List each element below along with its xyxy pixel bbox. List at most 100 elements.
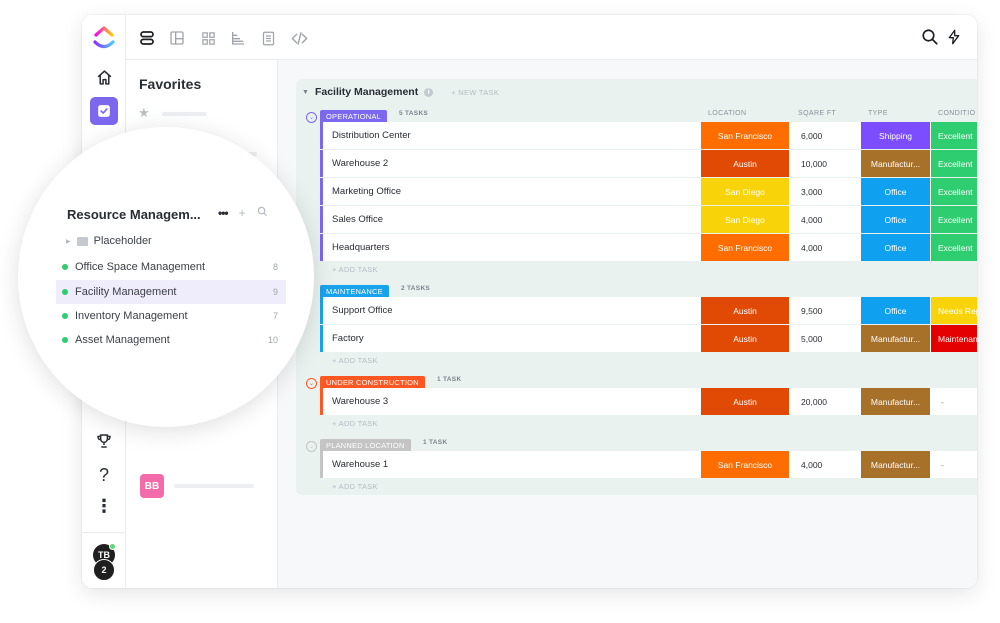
task-row[interactable]: Warehouse 3 Austin 20,000 Manufactur... - bbox=[320, 388, 977, 415]
status-tag[interactable]: OPERATIONAL bbox=[320, 110, 387, 122]
notification-badge[interactable]: 2 bbox=[93, 559, 115, 581]
trophy-icon[interactable] bbox=[90, 427, 118, 455]
sqft-cell[interactable]: 20,000 bbox=[801, 388, 859, 415]
condition-cell[interactable]: Excellent bbox=[931, 122, 977, 149]
task-name[interactable]: Headquarters bbox=[332, 242, 390, 253]
sqft-cell[interactable]: 6,000 bbox=[801, 122, 859, 149]
workspace-title[interactable]: Resource Managem... bbox=[67, 207, 201, 222]
condition-cell[interactable]: Excellent bbox=[931, 206, 977, 233]
location-cell[interactable]: Austin bbox=[701, 150, 789, 177]
task-row[interactable]: Support Office Austin 9,500OfficeNeeds Rep… bbox=[320, 297, 977, 324]
type-cell[interactable]: Manufactur... bbox=[861, 388, 930, 415]
type-cell[interactable]: Office bbox=[861, 178, 930, 205]
location-cell[interactable]: San Diego bbox=[701, 206, 789, 233]
task-row[interactable]: Factory Austin 5,000 Manufactur... Maintenan… bbox=[320, 325, 977, 352]
gantt-view-icon[interactable] bbox=[227, 27, 249, 49]
type-cell[interactable]: Manufactur... bbox=[861, 325, 930, 352]
task-row[interactable]: Marketing Office San Diego 3,000 Office Exce… bbox=[320, 178, 977, 205]
add-task-button[interactable]: + ADD TASK bbox=[332, 265, 378, 274]
sqft-cell[interactable]: 4,000 bbox=[801, 451, 859, 478]
sqft-cell[interactable]: 5,000 bbox=[801, 325, 859, 352]
sidebar-list-item[interactable]: Office Space Management 8 bbox=[56, 255, 286, 279]
task-row[interactable]: Warehouse 2 Austin 10,000 Manufactur... Exce… bbox=[320, 150, 977, 177]
column-header-sqft[interactable]: SQARE FT bbox=[798, 110, 836, 117]
embed-view-icon[interactable] bbox=[288, 27, 310, 49]
location-cell[interactable]: Austin bbox=[701, 388, 789, 415]
list-view-icon[interactable] bbox=[136, 27, 158, 49]
clickup-logo-icon[interactable] bbox=[92, 25, 116, 51]
task-name[interactable]: Sales Office bbox=[332, 214, 383, 225]
box-view-icon[interactable] bbox=[197, 27, 219, 49]
task-name[interactable]: Distribution Center bbox=[332, 130, 411, 141]
task-row[interactable]: Distribution Center San Francisco 6,000 Shi… bbox=[320, 122, 977, 149]
group-collapse-icon[interactable]: ⌄ bbox=[306, 441, 317, 452]
task-row[interactable]: Warehouse 1 San Francisco 4,000 Manufactur.… bbox=[320, 451, 977, 478]
group-collapse-icon[interactable]: ⌄ bbox=[306, 112, 317, 123]
location-cell[interactable]: San Diego bbox=[701, 178, 789, 205]
add-task-button[interactable]: + ADD TASK bbox=[332, 356, 378, 365]
condition-cell[interactable]: Excellent bbox=[931, 178, 977, 205]
type-cell[interactable]: Manufactur... bbox=[861, 451, 930, 478]
help-icon[interactable]: ? bbox=[90, 461, 118, 489]
info-icon[interactable]: i bbox=[424, 87, 434, 97]
add-task-button[interactable]: + ADD TASK bbox=[332, 482, 378, 491]
column-header-location[interactable]: LOCATION bbox=[708, 110, 746, 117]
condition-cell[interactable]: Excellent bbox=[931, 234, 977, 261]
task-name[interactable]: Warehouse 1 bbox=[332, 459, 388, 470]
type-cell[interactable]: Shipping bbox=[861, 122, 930, 149]
condition-cell[interactable]: Maintenance bbox=[931, 325, 977, 352]
folder-label: Placeholder bbox=[93, 235, 152, 247]
add-icon[interactable]: + bbox=[239, 206, 246, 220]
list-count: 9 bbox=[272, 287, 278, 297]
group-collapse-icon[interactable]: ⌄ bbox=[306, 378, 317, 389]
condition-cell[interactable]: Excellent bbox=[931, 150, 977, 177]
type-cell[interactable]: Manufactur... bbox=[861, 150, 930, 177]
status-tag[interactable]: UNDER CONSTRUCTION bbox=[320, 376, 425, 388]
home-icon[interactable] bbox=[90, 63, 118, 91]
task-name[interactable]: Factory bbox=[332, 333, 364, 344]
search-icon[interactable] bbox=[257, 206, 268, 220]
task-row[interactable]: Sales Office San Diego 4,000 Office Excellen… bbox=[320, 206, 977, 233]
sqft-cell[interactable]: 10,000 bbox=[801, 150, 859, 177]
expand-caret-icon[interactable]: ▶ bbox=[66, 238, 71, 245]
column-header-condition[interactable]: CONDITIO bbox=[938, 110, 975, 117]
board-view-icon[interactable] bbox=[166, 27, 188, 49]
location-cell[interactable]: Austin bbox=[701, 325, 789, 352]
sqft-cell[interactable]: 4,000 bbox=[801, 206, 859, 233]
task-name[interactable]: Warehouse 3 bbox=[332, 396, 388, 407]
location-cell[interactable]: Austin bbox=[701, 297, 789, 324]
location-cell[interactable]: San Francisco bbox=[701, 234, 789, 261]
folder-item[interactable]: ▶ Placeholder bbox=[66, 235, 152, 247]
status-tag[interactable]: MAINTENANCE bbox=[320, 285, 389, 297]
type-cell[interactable]: Office bbox=[861, 297, 930, 324]
column-header-type[interactable]: TYPE bbox=[868, 110, 888, 117]
new-task-button[interactable]: + NEW TASK bbox=[451, 88, 499, 97]
task-row[interactable]: Headquarters San Francisco 4,000 Office Exce… bbox=[320, 234, 977, 261]
sqft-cell[interactable]: 3,000 bbox=[801, 178, 859, 205]
location-cell[interactable]: San Francisco bbox=[701, 451, 789, 478]
task-name[interactable]: Warehouse 2 bbox=[332, 158, 388, 169]
more-options-icon[interactable]: ••• bbox=[218, 206, 229, 220]
sqft-cell[interactable]: 4,000 bbox=[801, 234, 859, 261]
sidebar-list-item[interactable]: Asset Management 10 bbox=[56, 328, 286, 352]
status-tag[interactable]: PLANNED LOCATION bbox=[320, 439, 411, 451]
sidebar-list-item[interactable]: Inventory Management 7 bbox=[56, 304, 286, 328]
search-icon[interactable] bbox=[919, 26, 941, 48]
sqft-cell[interactable]: 9,500 bbox=[801, 297, 859, 324]
collapse-caret-icon[interactable]: ▼ bbox=[302, 89, 309, 96]
task-name[interactable]: Support Office bbox=[332, 305, 393, 316]
lightning-icon[interactable] bbox=[943, 26, 965, 48]
add-task-button[interactable]: + ADD TASK bbox=[332, 419, 378, 428]
doc-view-icon[interactable] bbox=[257, 27, 279, 49]
tasks-checkbox-icon[interactable] bbox=[90, 97, 118, 125]
bb-avatar[interactable]: BB bbox=[140, 474, 164, 498]
condition-cell[interactable]: - bbox=[931, 388, 977, 415]
condition-cell[interactable]: Needs Repair bbox=[931, 297, 977, 324]
sidebar-list-item[interactable]: Facility Management 9 bbox=[56, 280, 286, 304]
more-vertical-icon[interactable]: ⋮ bbox=[90, 492, 118, 520]
type-cell[interactable]: Office bbox=[861, 234, 930, 261]
condition-cell[interactable]: - bbox=[931, 451, 977, 478]
location-cell[interactable]: San Francisco bbox=[701, 122, 789, 149]
task-name[interactable]: Marketing Office bbox=[332, 186, 401, 197]
type-cell[interactable]: Office bbox=[861, 206, 930, 233]
